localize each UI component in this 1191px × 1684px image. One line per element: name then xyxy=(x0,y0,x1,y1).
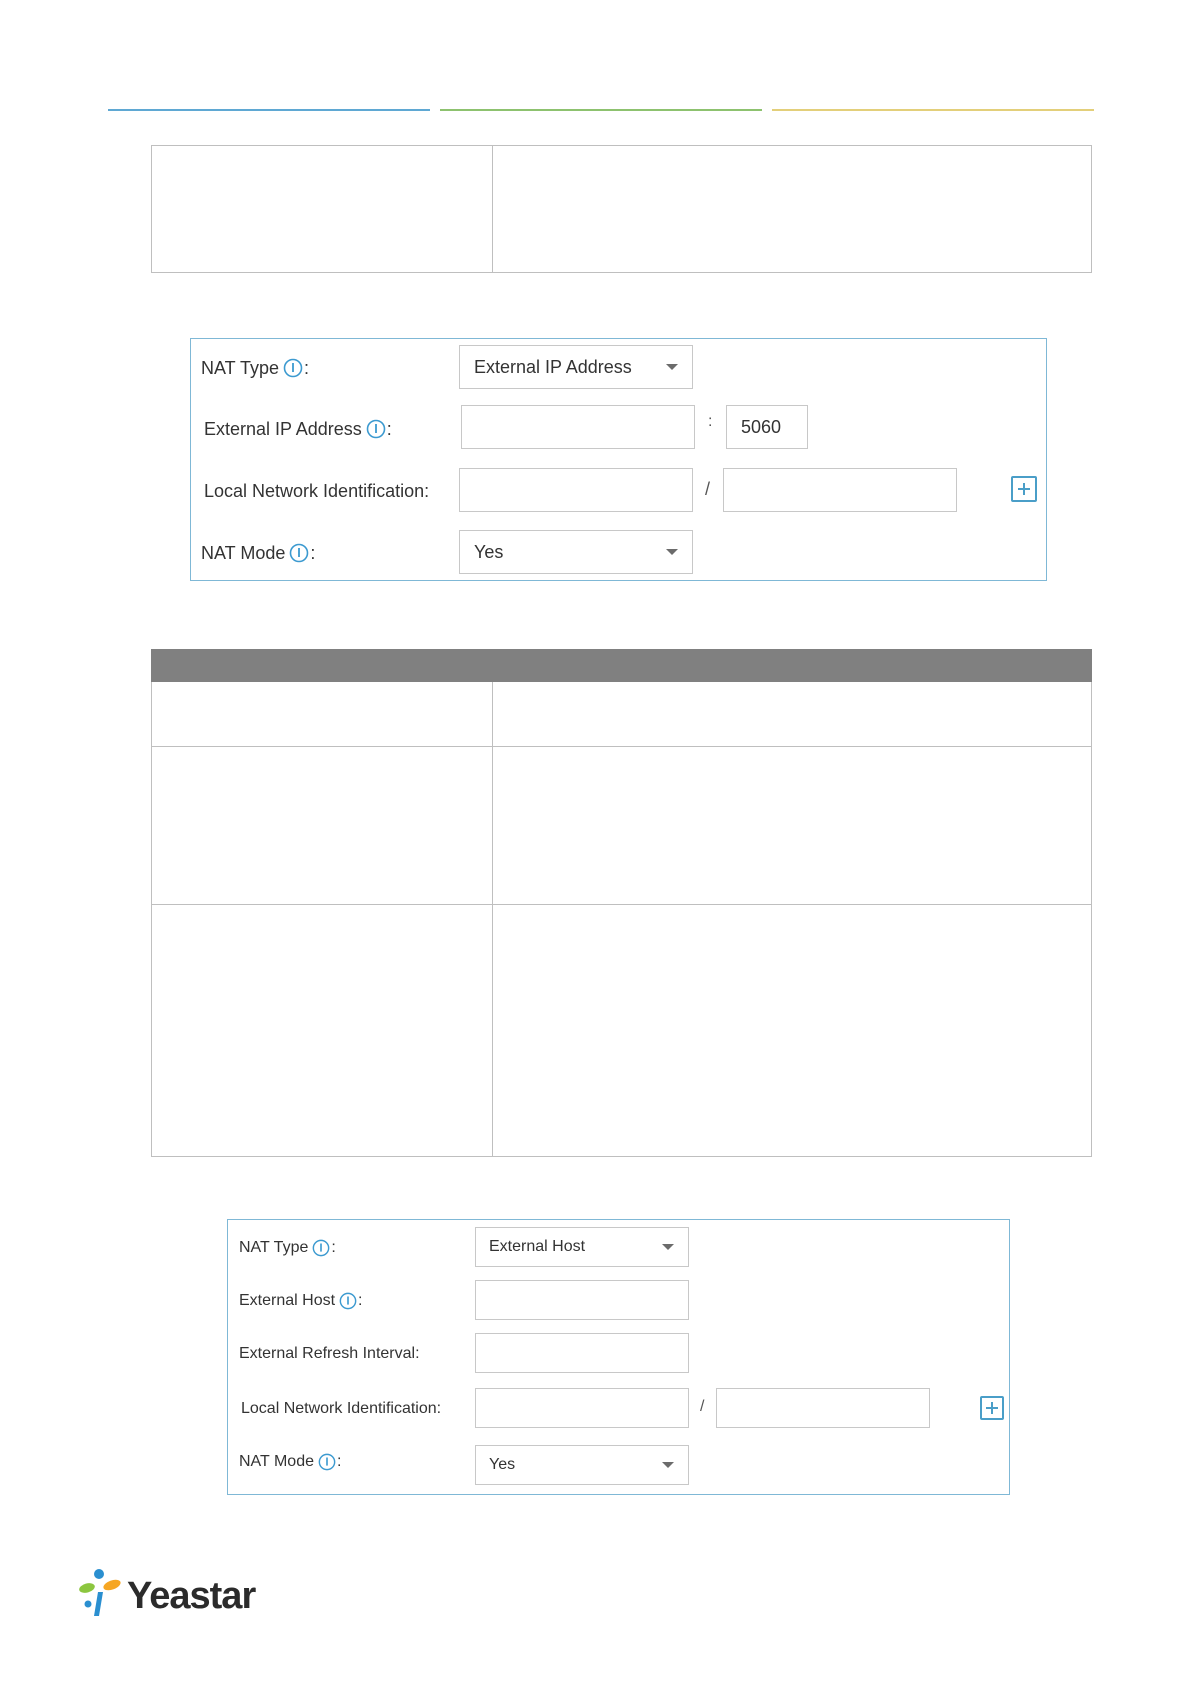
table-cell xyxy=(151,145,493,273)
info-icon[interactable] xyxy=(366,419,386,439)
chevron-down-icon xyxy=(666,549,678,555)
table-cell xyxy=(151,681,493,747)
header-rule-yellow xyxy=(772,109,1094,111)
info-icon[interactable] xyxy=(283,358,303,378)
chevron-down-icon xyxy=(662,1462,674,1468)
info-icon[interactable] xyxy=(289,543,309,563)
local-network-label: Local Network Identification: xyxy=(241,1400,442,1417)
refresh-interval-label: External Refresh Interval: xyxy=(239,1345,420,1362)
local-network-mask-input[interactable] xyxy=(716,1388,930,1428)
local-network-ip-input[interactable] xyxy=(475,1388,689,1428)
local-network-ip-input[interactable] xyxy=(459,468,693,512)
table-row xyxy=(151,145,1092,273)
logo-text: Yeastar xyxy=(127,1575,256,1617)
nat-type-select[interactable]: External IP Address xyxy=(459,345,693,389)
nat-type-select[interactable]: External Host xyxy=(475,1227,689,1267)
header-rule-green xyxy=(440,109,762,111)
table-cell xyxy=(492,746,1092,905)
table-cell xyxy=(492,904,1092,1157)
table-cell xyxy=(151,746,493,905)
nat-type-label: NAT Type : xyxy=(239,1239,336,1257)
subnet-separator: / xyxy=(700,1398,705,1415)
nat-settings-panel-external-host: NAT Type : External Host External Host :… xyxy=(227,1219,1010,1495)
table-header-cell xyxy=(151,649,493,682)
add-local-network-button[interactable] xyxy=(980,1396,1004,1420)
info-icon[interactable] xyxy=(318,1453,336,1471)
table-cell xyxy=(151,904,493,1157)
table-row xyxy=(151,681,1092,747)
nat-mode-select[interactable]: Yes xyxy=(459,530,693,574)
subnet-separator: / xyxy=(705,479,711,499)
chevron-down-icon xyxy=(662,1244,674,1250)
external-host-label: External Host : xyxy=(239,1292,363,1310)
table-header-row xyxy=(151,649,1092,682)
info-icon[interactable] xyxy=(339,1292,357,1310)
yeastar-logo-icon xyxy=(79,1568,123,1625)
table-row xyxy=(151,746,1092,905)
external-port-input[interactable]: 5060 xyxy=(726,405,808,449)
nat-mode-label: NAT Mode : xyxy=(201,542,316,563)
yeastar-logo: Yeastar xyxy=(79,1568,256,1625)
port-separator: : xyxy=(708,413,713,430)
table-cell xyxy=(492,145,1092,273)
info-icon[interactable] xyxy=(312,1239,330,1257)
table-header-cell xyxy=(492,649,1092,682)
parameter-table xyxy=(151,649,1092,1157)
external-host-input[interactable] xyxy=(475,1280,689,1320)
local-network-label: Local Network Identification: xyxy=(204,480,430,501)
refresh-interval-input[interactable] xyxy=(475,1333,689,1373)
nat-mode-select[interactable]: Yes xyxy=(475,1445,689,1485)
add-local-network-button[interactable] xyxy=(1011,476,1037,502)
table-row xyxy=(151,904,1092,1157)
local-network-mask-input[interactable] xyxy=(723,468,957,512)
nat-type-label: NAT Type : xyxy=(201,357,310,378)
nat-mode-label: NAT Mode : xyxy=(239,1453,342,1471)
external-ip-label: External IP Address : xyxy=(204,418,392,439)
nat-settings-panel-external-ip: NAT Type : External IP Address External … xyxy=(190,338,1047,581)
chevron-down-icon xyxy=(666,364,678,370)
table-cell xyxy=(492,681,1092,747)
header-rule-blue xyxy=(108,109,430,111)
external-ip-input[interactable] xyxy=(461,405,695,449)
top-table xyxy=(151,145,1092,273)
